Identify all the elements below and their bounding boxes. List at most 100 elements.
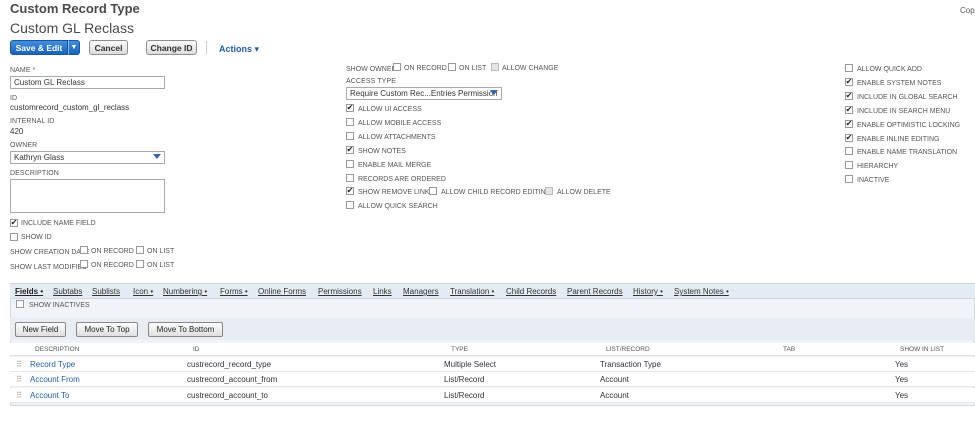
enable-mail-merge-checkbox[interactable] [346, 160, 354, 168]
column-header-id[interactable]: ID [193, 346, 200, 353]
tab-history[interactable]: History • [633, 287, 663, 296]
last-modified-on-list-checkbox[interactable] [136, 260, 144, 268]
allow-ui-access-checkbox[interactable] [346, 104, 354, 112]
copy-link[interactable]: Cop [960, 6, 975, 15]
field-description-link[interactable]: Account From [30, 375, 80, 384]
field-show-in-list: Yes [895, 391, 909, 400]
include-in-global-search-checkbox[interactable] [845, 92, 853, 100]
hierarchy-checkbox[interactable] [845, 161, 853, 169]
inactive-checkbox[interactable] [845, 175, 853, 183]
required-asterisk: * [32, 67, 36, 74]
show-notes-label: SHOW NOTES [358, 148, 406, 155]
subtab-bar: Fields • Subtabs Sublists Icon • Numberi… [10, 283, 975, 298]
description-textarea[interactable] [10, 179, 165, 213]
tab-icon[interactable]: Icon • [133, 287, 153, 296]
allow-quick-search-checkbox[interactable] [346, 201, 354, 209]
allow-mobile-access-checkbox[interactable] [346, 118, 354, 126]
field-description-link[interactable]: Record Type [30, 360, 75, 369]
internal-id-label: INTERNAL ID [10, 118, 55, 125]
tab-subtabs[interactable]: Subtabs [53, 287, 82, 296]
id-value: customrecord_custom_gl_reclass [10, 103, 130, 112]
show-id-checkbox[interactable] [10, 233, 18, 241]
owner-on-list-label: ON LIST [459, 65, 487, 72]
tab-child-records[interactable]: Child Records [506, 287, 556, 296]
include-name-field-label: INCLUDE NAME FIELD [21, 220, 96, 227]
allow-attachments-checkbox[interactable] [346, 132, 354, 140]
move-to-top-button[interactable]: Move To Top [76, 322, 138, 337]
column-header-description[interactable]: DESCRIPTION [35, 346, 79, 353]
last-modified-on-record-checkbox[interactable] [80, 260, 88, 268]
field-list-record: Account [600, 375, 629, 384]
allow-delete-checkbox[interactable] [545, 187, 553, 195]
drag-handle-icon[interactable]: ⠿ [16, 391, 22, 400]
allow-attachments-label: ALLOW ATTACHMENTS [358, 134, 436, 141]
tab-parent-records[interactable]: Parent Records [567, 287, 623, 296]
tab-translation[interactable]: Translation • [450, 287, 494, 296]
tab-online-forms[interactable]: Online Forms [258, 287, 306, 296]
allow-quick-add-checkbox[interactable] [845, 64, 853, 72]
allow-change-checkbox[interactable] [491, 63, 499, 71]
column-header-tab[interactable]: TAB [783, 346, 795, 353]
enable-name-translation-checkbox[interactable] [845, 147, 853, 155]
id-label: ID [10, 95, 18, 102]
name-input[interactable]: Custom GL Reclass [10, 76, 165, 89]
field-show-in-list: Yes [895, 360, 909, 369]
drag-handle-icon[interactable]: ⠿ [16, 375, 22, 384]
owner-select[interactable]: Kathryn Glass [10, 151, 165, 164]
new-field-button[interactable]: New Field [15, 322, 66, 337]
chevron-down-icon [153, 154, 161, 159]
save-options-dropdown-icon[interactable]: ▼ [68, 40, 80, 55]
owner-on-list-checkbox[interactable] [448, 63, 456, 71]
enable-inline-editing-label: ENABLE INLINE EDITING [857, 136, 940, 143]
tab-sublists[interactable]: Sublists [92, 287, 120, 296]
field-description-link[interactable]: Account To [30, 391, 69, 400]
tab-links[interactable]: Links [373, 287, 392, 296]
column-header-show-in-list[interactable]: SHOW IN LIST [900, 346, 944, 353]
last-modified-on-list-label: ON LIST [147, 262, 175, 269]
show-remove-link-checkbox[interactable] [346, 187, 354, 195]
drag-handle-icon[interactable]: ⠿ [16, 360, 22, 369]
move-to-bottom-button[interactable]: Move To Bottom [148, 322, 223, 337]
show-inactives-checkbox[interactable] [16, 300, 24, 308]
show-notes-checkbox[interactable] [346, 146, 354, 154]
enable-system-notes-checkbox[interactable] [845, 78, 853, 86]
tab-permissions[interactable]: Permissions [318, 287, 362, 296]
allow-quick-search-label: ALLOW QUICK SEARCH [358, 203, 438, 210]
column-header-type[interactable]: TYPE [451, 346, 468, 353]
actions-menu[interactable]: Actions ▾ [219, 44, 259, 55]
allow-child-record-editing-checkbox[interactable] [429, 187, 437, 195]
name-label: NAME * [10, 67, 36, 74]
table-row[interactable]: ⠿ Account To custrecord_account_to List/… [10, 388, 975, 403]
records-are-ordered-checkbox[interactable] [346, 174, 354, 182]
creation-date-on-record-checkbox[interactable] [80, 246, 88, 254]
cancel-button[interactable]: Cancel [89, 40, 128, 55]
creation-date-on-record-label: ON RECORD [91, 248, 134, 255]
column-header-list-record[interactable]: LIST/RECORD [606, 346, 650, 353]
table-row[interactable]: ⠿ Record Type custrecord_record_type Mul… [10, 357, 975, 372]
field-list-record: Transaction Type [600, 360, 661, 369]
change-id-button[interactable]: Change ID [146, 40, 197, 55]
record-name-heading: Custom GL Reclass [10, 20, 134, 36]
allow-delete-label: ALLOW DELETE [557, 189, 611, 196]
enable-name-translation-label: ENABLE NAME TRANSLATION [857, 149, 958, 156]
tab-fields[interactable]: Fields • [15, 287, 43, 296]
tab-numbering[interactable]: Numbering • [163, 287, 207, 296]
owner-on-record-label: ON RECORD [404, 65, 447, 72]
table-row[interactable]: ⠿ Account From custrecord_account_from L… [10, 372, 975, 387]
creation-date-on-list-checkbox[interactable] [136, 246, 144, 254]
enable-system-notes-label: ENABLE SYSTEM NOTES [857, 80, 942, 87]
include-name-field-checkbox[interactable] [10, 219, 18, 227]
enable-optimistic-locking-checkbox[interactable] [845, 120, 853, 128]
show-owner-label: SHOW OWNER [346, 66, 397, 73]
access-type-select[interactable]: Require Custom Rec...Entries Permission [346, 87, 502, 100]
show-last-modified-label: SHOW LAST MODIFIED [10, 264, 88, 271]
include-in-search-menu-checkbox[interactable] [845, 106, 853, 114]
tab-forms[interactable]: Forms • [220, 287, 248, 296]
save-and-edit-button[interactable]: Save & Edit [10, 40, 68, 55]
allow-change-label: ALLOW CHANGE [502, 65, 559, 72]
enable-inline-editing-checkbox[interactable] [845, 134, 853, 142]
field-id: custrecord_account_to [187, 391, 268, 400]
owner-on-record-checkbox[interactable] [393, 63, 401, 71]
tab-system-notes[interactable]: System Notes • [674, 287, 729, 296]
tab-managers[interactable]: Managers [403, 287, 439, 296]
